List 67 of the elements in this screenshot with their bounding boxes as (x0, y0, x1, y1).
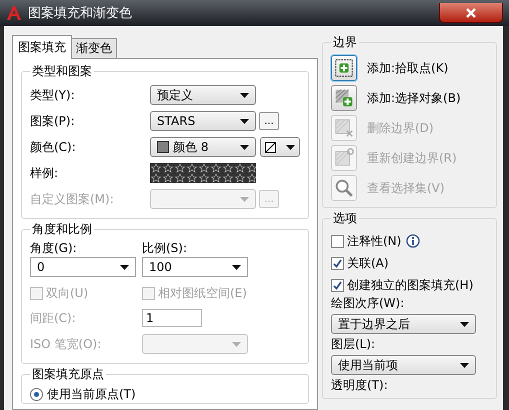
group-title: 选项 (332, 210, 358, 227)
checkbox-label: 关联(A) (347, 254, 389, 272)
hatch-circle-icon (333, 147, 355, 169)
select-objects-button[interactable] (331, 85, 357, 111)
action-label: 删除边界(D) (367, 120, 434, 136)
field-label: 绘图次序(W): (331, 295, 406, 312)
action-label: 查看选择集(V) (367, 180, 445, 196)
caret-icon (460, 362, 469, 368)
radio-label: 使用当前原点(T) (47, 386, 136, 402)
caret-icon (232, 264, 241, 270)
field-label: 图案(P): (30, 112, 76, 130)
field-label: 比例(S): (142, 240, 188, 257)
close-icon (466, 8, 476, 18)
hatch-sample-preview[interactable] (150, 163, 256, 183)
group-title: 边界 (332, 34, 358, 51)
field-label: 颜色(C): (30, 138, 77, 156)
checkbox[interactable] (331, 278, 344, 292)
plus-hatch-icon (333, 87, 355, 109)
field-label: ISO 笔宽(O): (30, 336, 102, 352)
checkbox-label: 创建独立的图案填充(H) (347, 276, 474, 294)
combo-field[interactable]: 0 (30, 257, 136, 277)
action-label: 添加:选择对象(B) (367, 90, 461, 106)
tab[interactable]: 图案填充 (12, 35, 72, 59)
caret-icon (120, 264, 129, 270)
letter-a-logo-icon (6, 5, 22, 21)
tab[interactable]: 渐变色 (71, 38, 117, 58)
group-title: 角度和比例 (31, 221, 93, 238)
background-color-dropdown[interactable] (260, 137, 300, 157)
caret-icon (240, 118, 249, 124)
checkbox[interactable] (331, 234, 344, 248)
action-label: 重新创建边界(R) (367, 150, 457, 166)
no-fill-icon (265, 142, 276, 152)
caret-icon (232, 342, 241, 346)
plus-dotted-square-icon (333, 57, 355, 79)
field-label: 角度(G): (30, 240, 78, 257)
dropdown[interactable]: 预定义 (150, 85, 256, 105)
magnifier-icon (333, 177, 355, 199)
close-button[interactable] (439, 3, 503, 23)
info-icon[interactable] (406, 234, 420, 248)
checkbox-label: 注释性(N) (347, 232, 402, 250)
dropdown[interactable]: 使用当前项 (331, 355, 476, 375)
pick-points-button[interactable] (331, 55, 357, 81)
checkbox[interactable] (331, 256, 344, 270)
browse-button[interactable]: ... (259, 112, 279, 130)
combo-field[interactable]: 100 (142, 257, 248, 277)
caret-icon (460, 322, 469, 326)
window-title: 图案填充和渐变色 (28, 5, 132, 22)
hatch-x-icon (333, 117, 355, 139)
radio-button[interactable] (30, 388, 43, 400)
caret-icon (240, 196, 249, 202)
group-title: 图案填充原点 (31, 366, 105, 383)
field-label: 类型(Y): (30, 86, 76, 104)
checkbox-label: 相对图纸空间(E) (158, 284, 247, 302)
caret-icon (286, 144, 295, 150)
dropdown[interactable]: STARS (150, 111, 256, 131)
caret-icon (240, 92, 249, 98)
checkbox-label: 双向(U) (46, 284, 88, 302)
action-label: 添加:拾取点(K) (367, 60, 448, 76)
field-label: 图层(L): (331, 336, 376, 353)
dropdown[interactable]: 置于边界之后 (331, 314, 476, 334)
caret-icon (240, 144, 249, 150)
field-label: 自定义图案(M): (30, 190, 115, 208)
group-title: 类型和图案 (31, 63, 93, 80)
field-label: 样例: (30, 164, 60, 182)
field-label: 间距(C): (30, 310, 77, 326)
field-label: 透明度(T): (331, 377, 389, 394)
color-dropdown[interactable]: 颜色 8 (150, 137, 256, 157)
